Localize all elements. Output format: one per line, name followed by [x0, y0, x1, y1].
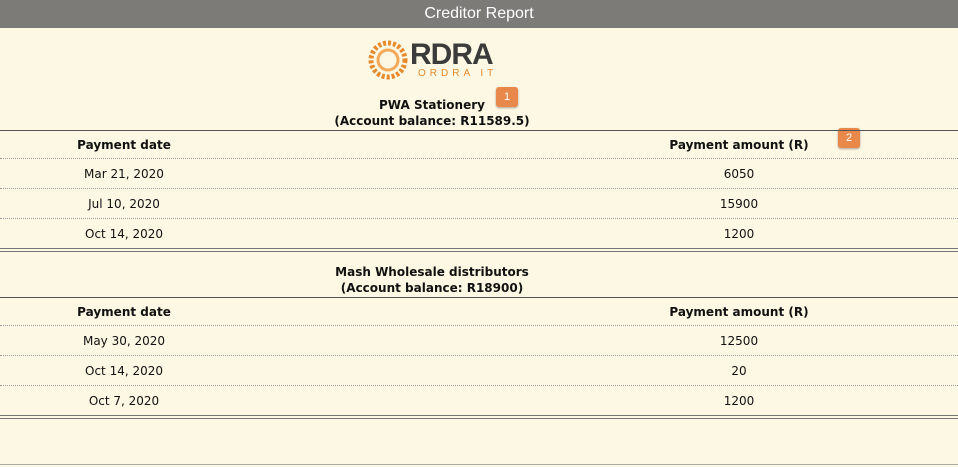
row-divider: [0, 355, 958, 356]
column-header-date: Payment date: [77, 138, 171, 152]
creditor-name: PWA Stationery: [379, 98, 485, 112]
payment-date: May 30, 2020: [82, 334, 166, 348]
row-divider: [0, 218, 958, 219]
window-title: Creditor Report: [0, 0, 958, 28]
footer-divider: [0, 464, 958, 465]
payment-date: Oct 7, 2020: [88, 394, 160, 408]
payment-date: Jul 10, 2020: [88, 197, 160, 211]
logo-ring-icon: [368, 40, 408, 80]
payment-date: Oct 14, 2020: [85, 364, 163, 378]
creditor-name: Mash Wholesale distributors: [335, 265, 529, 279]
group-divider: [0, 415, 958, 419]
annotation-badge-2: 2: [838, 128, 860, 148]
row-divider: [0, 325, 958, 326]
payment-amount: 6050: [723, 167, 755, 181]
creditor-balance: (Account balance: R18900): [340, 281, 524, 295]
row-divider: [0, 188, 958, 189]
logo-subtext: ORDRA IT: [418, 68, 498, 79]
row-divider: [0, 385, 958, 386]
column-header-amount: Payment amount (R): [669, 138, 809, 152]
logo-text: RDRA: [410, 38, 494, 71]
payment-amount: 1200: [723, 394, 755, 408]
payment-date: Mar 21, 2020: [84, 167, 164, 181]
payment-amount: 1200: [723, 227, 755, 241]
group-divider: [0, 248, 958, 252]
row-divider: [0, 158, 958, 159]
company-logo: RDRA ORDRA IT: [366, 38, 498, 84]
column-header-date: Payment date: [77, 305, 171, 319]
divider: [0, 130, 958, 131]
payment-date: Oct 14, 2020: [85, 227, 163, 241]
divider: [0, 297, 958, 298]
payment-amount: 20: [731, 364, 747, 378]
payment-amount: 12500: [719, 334, 759, 348]
payment-amount: 15900: [719, 197, 759, 211]
creditor-balance: (Account balance: R11589.5): [334, 114, 530, 128]
column-header-amount: Payment amount (R): [669, 305, 809, 319]
